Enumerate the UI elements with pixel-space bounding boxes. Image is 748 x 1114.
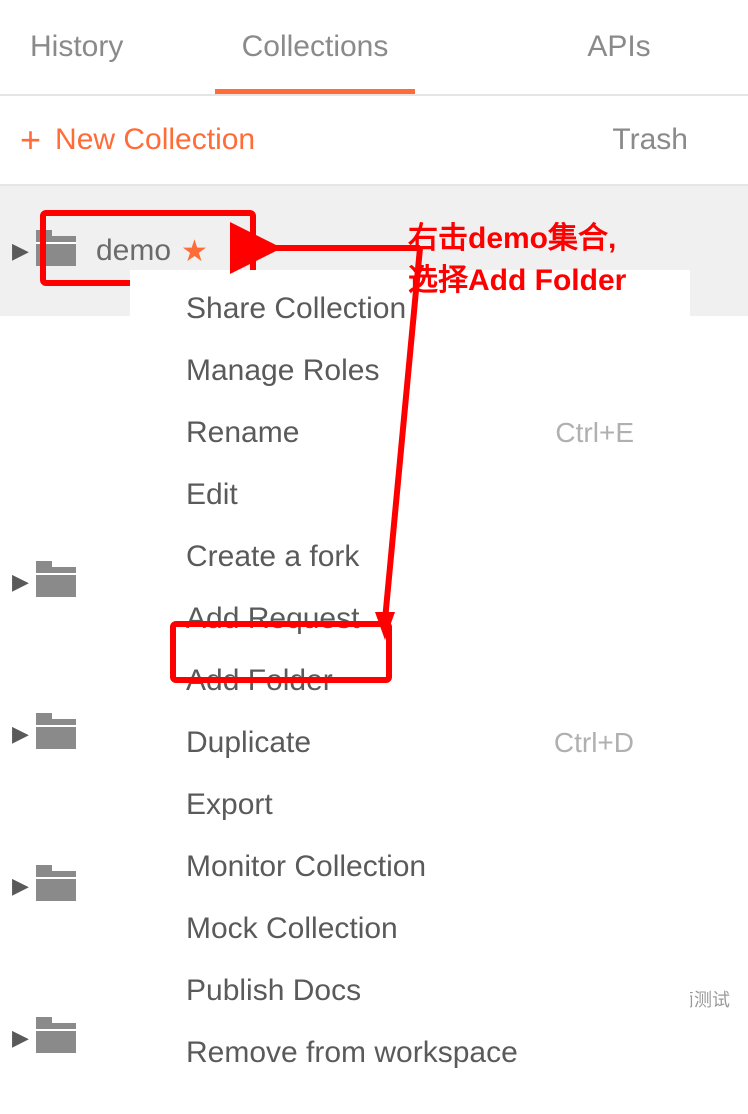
menu-item-label: Duplicate xyxy=(186,726,311,760)
context-menu: Share Collection Manage Roles Rename Ctr… xyxy=(130,270,690,1092)
menu-item-label: Edit xyxy=(186,478,238,512)
menu-item-label: Add Request xyxy=(186,602,359,636)
tab-history[interactable]: History xyxy=(20,2,190,92)
menu-item-label: Add Folder xyxy=(186,664,333,698)
annotation-text: 右击demo集合, 选择Add Folder xyxy=(408,218,738,302)
menu-item-mock-collection[interactable]: Mock Collection xyxy=(130,898,690,960)
menu-item-label: Rename xyxy=(186,416,299,450)
menu-item-create-fork[interactable]: Create a fork xyxy=(130,526,690,588)
menu-item-add-request[interactable]: Add Request xyxy=(130,588,690,650)
folder-icon xyxy=(36,236,76,266)
menu-item-add-folder[interactable]: Add Folder xyxy=(130,650,690,712)
tab-apis[interactable]: APIs xyxy=(440,2,728,92)
menu-item-rename[interactable]: Rename Ctrl+E xyxy=(130,402,690,464)
chevron-right-icon[interactable]: ▶ xyxy=(12,238,30,264)
chevron-right-icon[interactable]: ▶ xyxy=(12,721,30,747)
menu-item-label: Remove from workspace xyxy=(186,1036,518,1070)
collection-row[interactable]: ▶ xyxy=(0,658,140,810)
collection-row[interactable]: ▶ xyxy=(0,962,140,1114)
menu-item-remove-from-workspace[interactable]: Remove from workspace xyxy=(130,1022,690,1084)
menu-item-publish-docs[interactable]: Publish Docs xyxy=(130,960,690,1022)
plus-icon: + xyxy=(20,122,41,158)
folder-icon xyxy=(36,719,76,749)
collection-row[interactable]: ▶ xyxy=(0,810,140,962)
new-collection-button[interactable]: + New Collection xyxy=(20,122,255,158)
menu-item-duplicate[interactable]: Duplicate Ctrl+D xyxy=(130,712,690,774)
menu-item-manage-roles[interactable]: Manage Roles xyxy=(130,340,690,402)
menu-item-label: Manage Roles xyxy=(186,354,379,388)
menu-item-label: Share Collection xyxy=(186,292,406,326)
annotation-line-2: 选择Add Folder xyxy=(408,260,738,302)
folder-icon xyxy=(36,871,76,901)
menu-item-edit[interactable]: Edit xyxy=(130,464,690,526)
menu-item-monitor-collection[interactable]: Monitor Collection xyxy=(130,836,690,898)
annotation-line-1: 右击demo集合, xyxy=(408,218,738,260)
menu-item-label: Mock Collection xyxy=(186,912,398,946)
background-collections: ▶ ▶ ▶ ▶ xyxy=(0,506,140,1114)
chevron-right-icon[interactable]: ▶ xyxy=(12,569,30,595)
collection-name: demo xyxy=(96,234,171,268)
menu-item-label: Monitor Collection xyxy=(186,850,426,884)
chevron-right-icon[interactable]: ▶ xyxy=(12,873,30,899)
collections-toolbar: + New Collection Trash xyxy=(0,96,748,186)
collection-row[interactable]: ▶ xyxy=(0,506,140,658)
folder-icon xyxy=(36,567,76,597)
menu-item-label: Create a fork xyxy=(186,540,359,574)
folder-icon xyxy=(36,1023,76,1053)
new-collection-label: New Collection xyxy=(55,123,255,157)
menu-item-label: Publish Docs xyxy=(186,974,361,1008)
chevron-right-icon[interactable]: ▶ xyxy=(12,1025,30,1051)
menu-item-export[interactable]: Export xyxy=(130,774,690,836)
menu-item-label: Export xyxy=(186,788,273,822)
trash-link[interactable]: Trash xyxy=(612,123,688,157)
star-icon[interactable]: ★ xyxy=(181,234,208,269)
menu-item-shortcut: Ctrl+D xyxy=(554,727,634,759)
tab-bar: History Collections APIs xyxy=(0,0,748,96)
menu-item-shortcut: Ctrl+E xyxy=(555,417,634,449)
tab-collections[interactable]: Collections xyxy=(190,2,440,92)
